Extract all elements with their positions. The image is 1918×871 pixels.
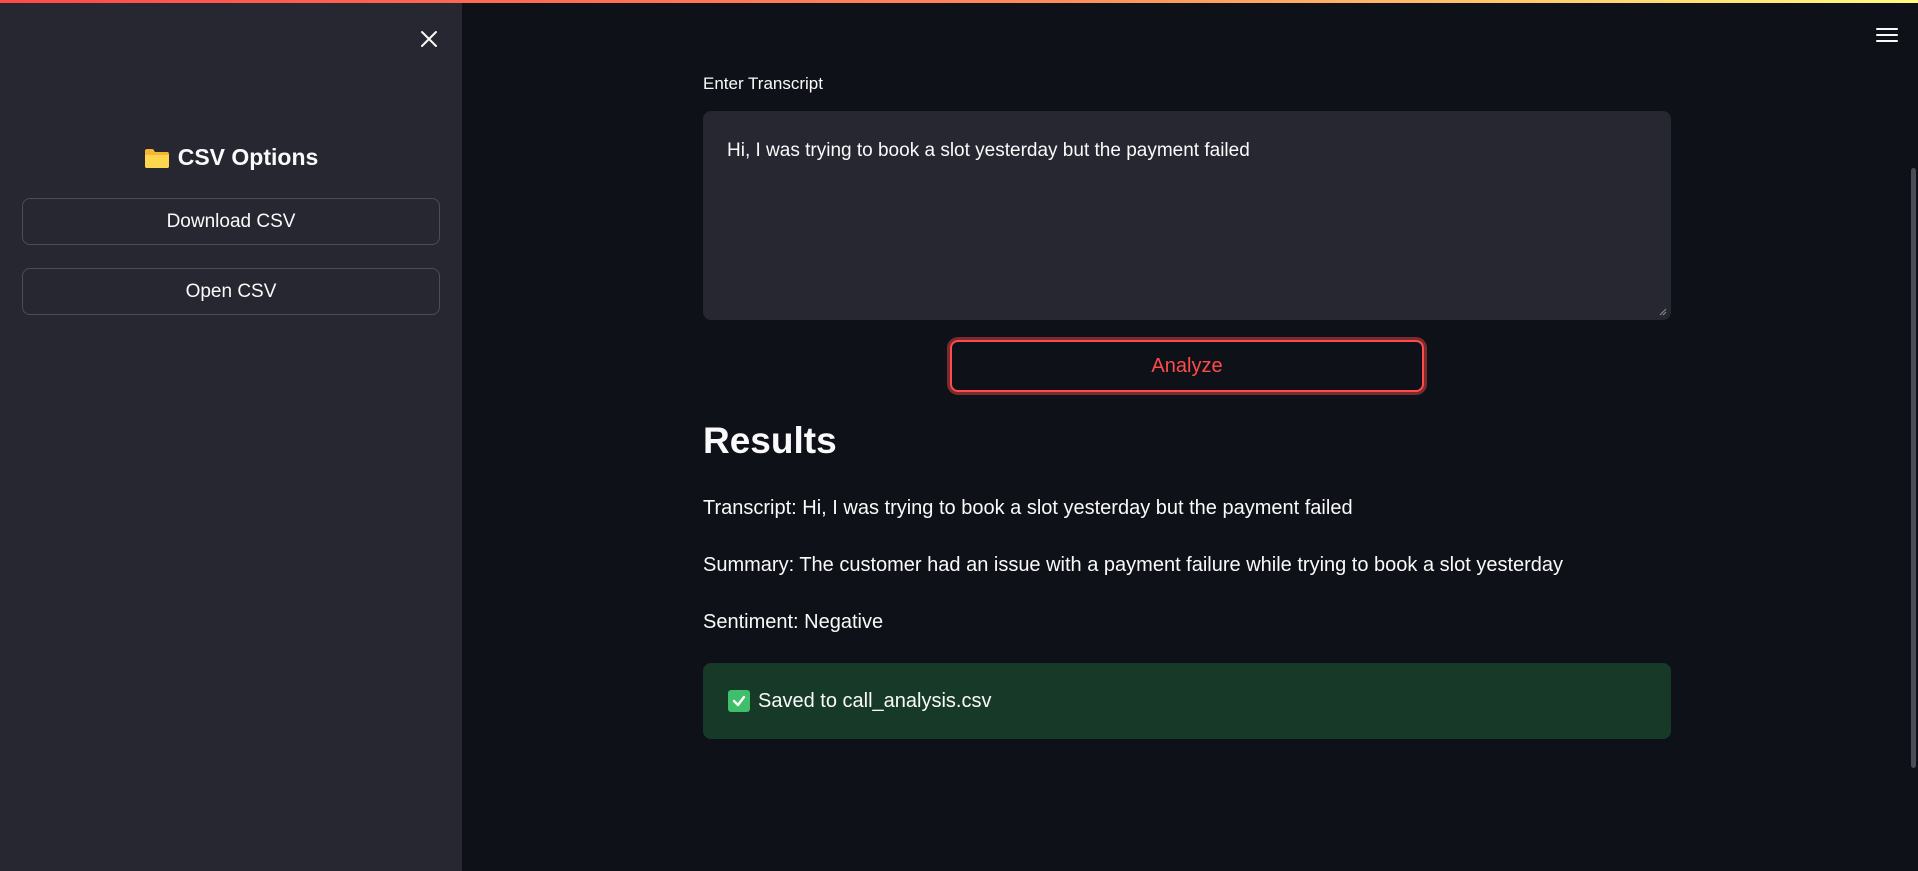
top-decoration-bar [0, 0, 1918, 3]
folder-icon [144, 148, 169, 168]
success-message: Saved to call_analysis.csv [758, 689, 992, 712]
analyze-button-label: Analyze [1151, 354, 1223, 377]
sidebar-title-text: CSV Options [177, 144, 319, 170]
success-alert: Saved to call_analysis.csv [703, 663, 1671, 739]
hamburger-menu-button[interactable] [1872, 22, 1902, 48]
sidebar-title: CSV Options [0, 144, 462, 171]
close-sidebar-button[interactable] [412, 22, 446, 56]
open-csv-button[interactable]: Open CSV [22, 268, 440, 315]
hamburger-menu-icon-line [1876, 34, 1898, 36]
check-icon [728, 690, 750, 712]
result-summary: Summary: The customer had an issue with … [703, 554, 1564, 576]
page-scrollbar[interactable] [1911, 168, 1916, 768]
open-csv-label: Open CSV [185, 280, 277, 302]
transcript-input-label: Enter Transcript [703, 74, 823, 93]
download-csv-label: Download CSV [166, 210, 296, 232]
transcript-textarea-value: Hi, I was trying to book a slot yesterda… [727, 140, 1250, 161]
result-sentiment: Sentiment: Negative [703, 611, 884, 633]
analyze-button[interactable]: Analyze [950, 340, 1424, 392]
close-icon [421, 31, 437, 47]
hamburger-menu-icon [1876, 28, 1898, 30]
transcript-textarea[interactable]: Hi, I was trying to book a slot yesterda… [703, 111, 1671, 320]
result-transcript: Transcript: Hi, I was trying to book a s… [703, 497, 1353, 519]
download-csv-button[interactable]: Download CSV [22, 198, 440, 245]
sidebar: CSV Options Download CSV Open CSV [0, 0, 462, 871]
results-heading: Results [703, 420, 837, 461]
resize-grip-icon[interactable] [1659, 308, 1667, 316]
hamburger-menu-icon-line [1876, 40, 1898, 42]
